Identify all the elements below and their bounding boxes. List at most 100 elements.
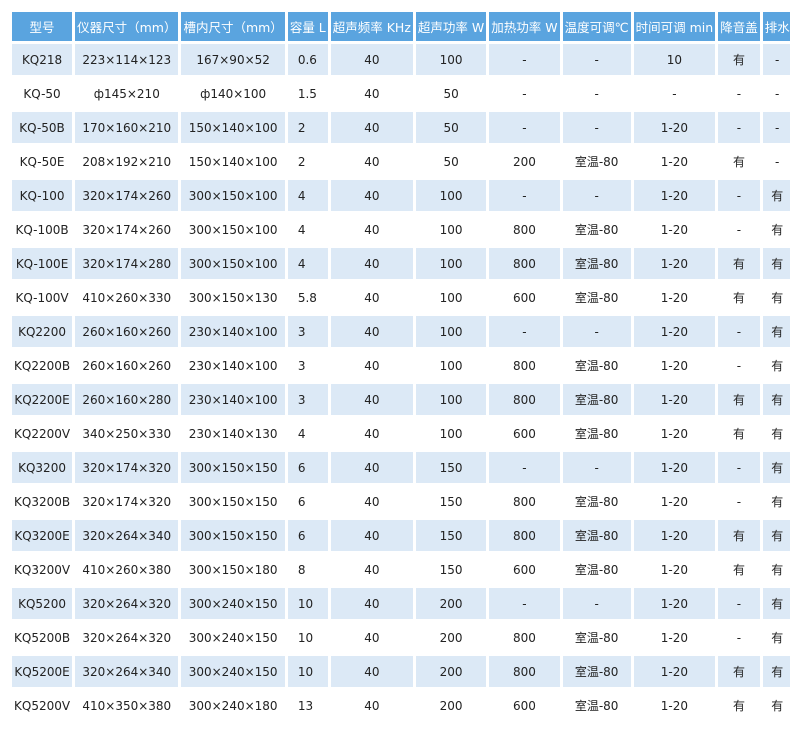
cell-ultrasonic-power: 100 (415, 282, 487, 313)
cell-ultrasonic-power: 150 (415, 486, 487, 517)
cell-ultrasonic-power: 100 (415, 384, 487, 415)
cell-tank-size: 300×240×150 (181, 656, 285, 687)
cell-model: KQ3200V (12, 554, 73, 585)
header-heating-power: 加热功率 W (489, 12, 560, 41)
header-tank-size: 槽内尺寸（mm） (181, 12, 285, 41)
cell-capacity: 10 (287, 622, 328, 653)
cell-tank-size: 300×150×100 (181, 214, 285, 245)
cell-drain: 有 (762, 384, 790, 415)
cell-drain: - (762, 112, 790, 143)
cell-frequency: 40 (330, 248, 413, 279)
cell-ultrasonic-power: 200 (415, 622, 487, 653)
cell-time: 1-20 (633, 112, 716, 143)
cell-frequency: 40 (330, 214, 413, 245)
cell-capacity: 8 (287, 554, 328, 585)
cell-model: KQ2200E (12, 384, 73, 415)
cell-heating-power: 800 (489, 520, 560, 551)
cell-ultrasonic-power: 150 (415, 554, 487, 585)
spec-table: 型号 仪器尺寸（mm） 槽内尺寸（mm） 容量 L 超声频率 KHz 超声功率 … (9, 9, 790, 724)
cell-outer-size: 410×260×330 (75, 282, 179, 313)
cell-outer-size: 260×160×260 (75, 350, 179, 381)
cell-ultrasonic-power: 100 (415, 350, 487, 381)
cell-outer-size: 320×174×260 (75, 214, 179, 245)
table-row: KQ2200V 340×250×330 230×140×130 4 40 100 600 室温… (12, 418, 790, 449)
cell-lid: 有 (718, 248, 760, 279)
cell-drain: - (762, 78, 790, 109)
cell-outer-size: 260×160×260 (75, 316, 179, 347)
header-row: 型号 仪器尺寸（mm） 槽内尺寸（mm） 容量 L 超声频率 KHz 超声功率 … (12, 12, 790, 41)
cell-model: KQ5200E (12, 656, 73, 687)
cell-frequency: 40 (330, 112, 413, 143)
cell-ultrasonic-power: 100 (415, 248, 487, 279)
cell-temperature: 室温-80 (562, 554, 631, 585)
cell-time: 1-20 (633, 282, 716, 313)
cell-capacity: 6 (287, 486, 328, 517)
cell-outer-size: 170×160×210 (75, 112, 179, 143)
cell-lid: - (718, 622, 760, 653)
header-capacity: 容量 L (287, 12, 328, 41)
cell-capacity: 4 (287, 248, 328, 279)
cell-model: KQ5200 (12, 588, 73, 619)
cell-temperature: - (562, 112, 631, 143)
table-body: KQ218 223×114×123 167×90×52 0.6 40 100- -10 有 - K… (12, 44, 790, 721)
cell-outer-size: 410×350×380 (75, 690, 179, 721)
cell-model: KQ2200 (12, 316, 73, 347)
cell-lid: - (718, 452, 760, 483)
cell-lid: 有 (718, 656, 760, 687)
cell-heating-power: 600 (489, 554, 560, 585)
cell-capacity: 6 (287, 452, 328, 483)
cell-capacity: 5.8 (287, 282, 328, 313)
cell-time: 1-20 (633, 418, 716, 449)
cell-temperature: 室温-80 (562, 520, 631, 551)
cell-temperature: 室温-80 (562, 418, 631, 449)
cell-tank-size: 300×150×150 (181, 452, 285, 483)
cell-time: 1-20 (633, 656, 716, 687)
cell-lid: - (718, 180, 760, 211)
cell-outer-size: 320×174×320 (75, 452, 179, 483)
cell-model: KQ-100B (12, 214, 73, 245)
cell-capacity: 1.5 (287, 78, 328, 109)
cell-tank-size: 230×140×100 (181, 350, 285, 381)
cell-frequency: 40 (330, 282, 413, 313)
cell-frequency: 40 (330, 690, 413, 721)
cell-temperature: 室温-80 (562, 656, 631, 687)
cell-model: KQ-100V (12, 282, 73, 313)
cell-heating-power: 800 (489, 656, 560, 687)
cell-model: KQ-50 (12, 78, 73, 109)
cell-drain: - (762, 44, 790, 75)
cell-drain: 有 (762, 282, 790, 313)
cell-lid: 有 (718, 282, 760, 313)
cell-capacity: 4 (287, 214, 328, 245)
cell-tank-size: 300×150×100 (181, 248, 285, 279)
table-row: KQ3200 320×174×320 300×150×150 6 40 150- -1-20… (12, 452, 790, 483)
cell-temperature: 室温-80 (562, 146, 631, 177)
cell-ultrasonic-power: 50 (415, 78, 487, 109)
cell-outer-size: 410×260×380 (75, 554, 179, 585)
cell-outer-size: 320×264×320 (75, 622, 179, 653)
cell-frequency: 40 (330, 384, 413, 415)
cell-temperature: 室温-80 (562, 282, 631, 313)
cell-heating-power: - (489, 588, 560, 619)
table-row: KQ-50E 208×192×210 150×140×100 2 40 50 200 室温-8… (12, 146, 790, 177)
cell-time: 1-20 (633, 588, 716, 619)
cell-capacity: 10 (287, 588, 328, 619)
header-time: 时间可调 min (633, 12, 716, 41)
cell-tank-size: 300×150×180 (181, 554, 285, 585)
cell-drain: 有 (762, 248, 790, 279)
table-row: KQ-100V 410×260×330 300×150×130 5.8 40 100 600… (12, 282, 790, 313)
cell-heating-power: 600 (489, 690, 560, 721)
cell-lid: 有 (718, 554, 760, 585)
cell-ultrasonic-power: 100 (415, 418, 487, 449)
cell-capacity: 3 (287, 350, 328, 381)
cell-frequency: 40 (330, 554, 413, 585)
cell-temperature: 室温-80 (562, 486, 631, 517)
cell-outer-size: 223×114×123 (75, 44, 179, 75)
cell-capacity: 2 (287, 146, 328, 177)
cell-outer-size: 260×160×280 (75, 384, 179, 415)
cell-outer-size: 320×264×320 (75, 588, 179, 619)
cell-lid: 有 (718, 418, 760, 449)
cell-tank-size: ф140×100 (181, 78, 285, 109)
cell-frequency: 40 (330, 486, 413, 517)
cell-time: 1-20 (633, 248, 716, 279)
table-row: KQ5200B 320×264×320 300×240×150 10 40 200 800 室… (12, 622, 790, 653)
